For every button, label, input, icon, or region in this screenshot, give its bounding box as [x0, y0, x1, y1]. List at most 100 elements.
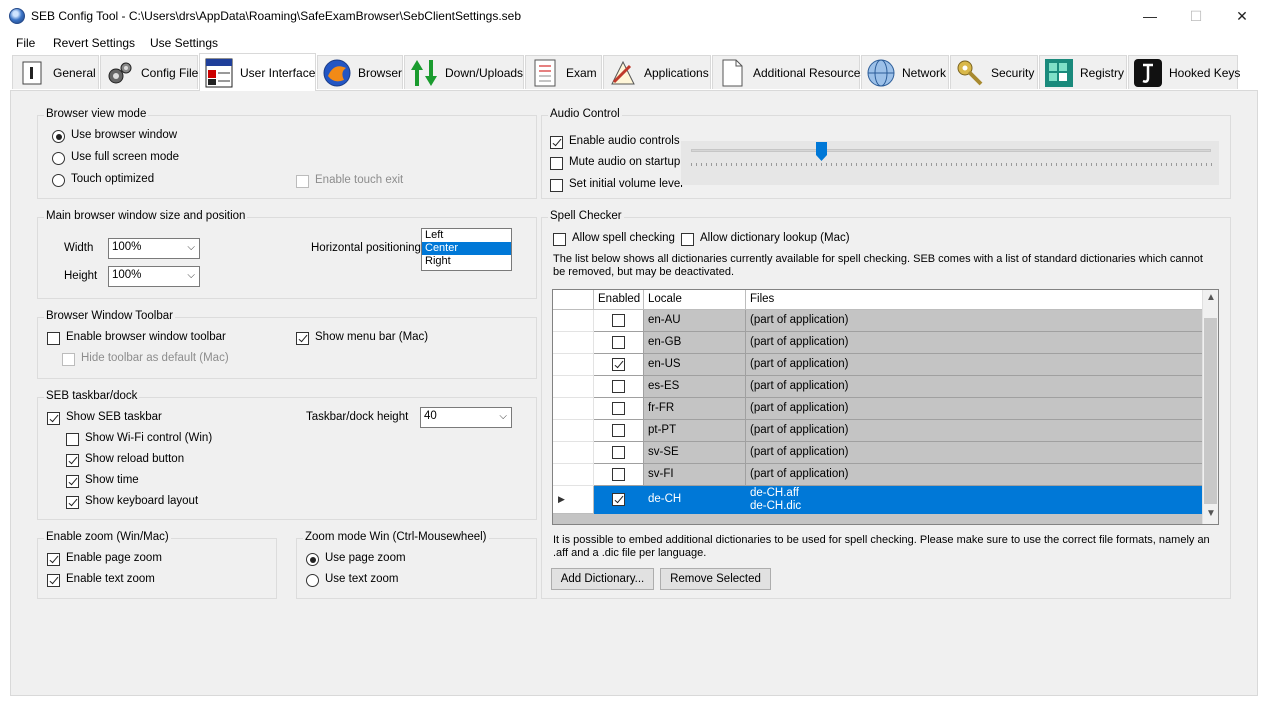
use-page-zoom-radio[interactable]: [306, 553, 319, 566]
tab-applications[interactable]: Applications: [603, 55, 711, 89]
row-header[interactable]: [553, 420, 594, 442]
show-time-checkbox[interactable]: [66, 475, 79, 488]
files-cell[interactable]: (part of application): [746, 376, 1203, 398]
tab-additional-resources[interactable]: Additional Resources: [712, 55, 866, 89]
show-menu-bar-checkbox[interactable]: [296, 332, 309, 345]
files-cell[interactable]: (part of application): [746, 398, 1203, 420]
table-row[interactable]: pt-PT (part of application): [553, 420, 1203, 442]
scroll-thumb[interactable]: [1204, 318, 1217, 504]
files-cell[interactable]: (part of application): [746, 354, 1203, 376]
enable-touch-exit-checkbox[interactable]: [296, 175, 309, 188]
show-wifi-checkbox[interactable]: [66, 433, 79, 446]
tab-security[interactable]: Security: [950, 55, 1038, 89]
maximize-button[interactable]: ☐: [1173, 0, 1219, 32]
tab-user-interface[interactable]: User Interface: [199, 53, 316, 91]
tab-network[interactable]: Network: [861, 55, 949, 89]
enabled-cell[interactable]: [594, 332, 644, 354]
tab-down-uploads[interactable]: Down/Uploads: [404, 55, 524, 89]
table-row[interactable]: fr-FR (part of application): [553, 398, 1203, 420]
hide-toolbar-checkbox[interactable]: [62, 353, 75, 366]
allow-spell-checkbox[interactable]: [553, 233, 566, 246]
table-row[interactable]: es-ES (part of application): [553, 376, 1203, 398]
table-row[interactable]: sv-FI (part of application): [553, 464, 1203, 486]
enable-page-zoom-checkbox[interactable]: [47, 553, 60, 566]
locale-cell[interactable]: es-ES: [644, 376, 746, 398]
slider-thumb[interactable]: [816, 142, 827, 161]
enabled-checkbox[interactable]: [612, 468, 625, 481]
use-browser-window-radio[interactable]: [52, 130, 65, 143]
remove-selected-button[interactable]: Remove Selected: [660, 568, 771, 590]
grid-scrollbar[interactable]: ▲ ▼: [1202, 290, 1218, 524]
scroll-down-icon[interactable]: ▼: [1206, 508, 1216, 519]
width-combo[interactable]: 100% ⌵: [108, 238, 200, 259]
allow-dict-checkbox[interactable]: [681, 233, 694, 246]
locale-cell[interactable]: sv-FI: [644, 464, 746, 486]
locale-cell[interactable]: en-US: [644, 354, 746, 376]
menu-file[interactable]: File: [16, 36, 35, 50]
files-cell[interactable]: (part of application): [746, 464, 1203, 486]
menu-use-settings[interactable]: Use Settings: [150, 36, 218, 50]
enabled-checkbox[interactable]: [612, 446, 625, 459]
volume-slider[interactable]: [681, 141, 1219, 185]
enabled-cell[interactable]: [594, 486, 644, 514]
enabled-checkbox[interactable]: [612, 358, 625, 371]
row-header[interactable]: [553, 398, 594, 420]
use-full-screen-radio[interactable]: [52, 152, 65, 165]
locale-cell[interactable]: fr-FR: [644, 398, 746, 420]
locale-cell[interactable]: pt-PT: [644, 420, 746, 442]
use-text-zoom-radio[interactable]: [306, 574, 319, 587]
taskbar-height-combo[interactable]: 40 ⌵: [420, 407, 512, 428]
row-header[interactable]: [553, 376, 594, 398]
show-taskbar-checkbox[interactable]: [47, 412, 60, 425]
locale-cell[interactable]: en-GB: [644, 332, 746, 354]
locale-cell[interactable]: sv-SE: [644, 442, 746, 464]
position-left[interactable]: Left: [422, 229, 511, 242]
files-cell[interactable]: (part of application): [746, 442, 1203, 464]
enabled-cell[interactable]: [594, 464, 644, 486]
enabled-cell[interactable]: [594, 376, 644, 398]
scroll-up-icon[interactable]: ▲: [1206, 292, 1216, 303]
locale-cell[interactable]: de-CH: [644, 486, 746, 514]
menu-revert-settings[interactable]: Revert Settings: [53, 36, 135, 50]
enabled-cell[interactable]: [594, 354, 644, 376]
tab-registry[interactable]: Registry: [1039, 55, 1127, 89]
enabled-cell[interactable]: [594, 420, 644, 442]
column-header-files[interactable]: Files: [746, 290, 1203, 310]
add-dictionary-button[interactable]: Add Dictionary...: [551, 568, 654, 590]
tab-exam[interactable]: Exam: [525, 55, 602, 89]
enable-audio-checkbox[interactable]: [550, 136, 563, 149]
enabled-checkbox[interactable]: [612, 402, 625, 415]
table-row[interactable]: en-AU (part of application): [553, 310, 1203, 332]
horizontal-positioning-list[interactable]: Left Center Right: [421, 228, 512, 271]
row-header[interactable]: [553, 310, 594, 332]
enabled-cell[interactable]: [594, 442, 644, 464]
table-row[interactable]: en-GB (part of application): [553, 332, 1203, 354]
tab-config-file[interactable]: Config File: [100, 55, 198, 89]
enabled-checkbox[interactable]: [612, 493, 625, 506]
close-button[interactable]: ✕: [1219, 0, 1265, 32]
table-row[interactable]: en-US (part of application): [553, 354, 1203, 376]
tab-browser[interactable]: Browser: [317, 55, 403, 89]
position-center[interactable]: Center: [422, 242, 511, 255]
set-volume-checkbox[interactable]: [550, 179, 563, 192]
locale-cell[interactable]: en-AU: [644, 310, 746, 332]
column-header-locale[interactable]: Locale: [644, 290, 746, 310]
touch-optimized-radio[interactable]: [52, 174, 65, 187]
tab-hooked-keys[interactable]: Hooked Keys: [1128, 55, 1240, 89]
row-header[interactable]: [553, 442, 594, 464]
tab-general[interactable]: General: [12, 55, 99, 89]
table-row[interactable]: sv-SE (part of application): [553, 442, 1203, 464]
position-right[interactable]: Right: [422, 255, 511, 268]
enable-toolbar-checkbox[interactable]: [47, 332, 60, 345]
files-cell[interactable]: (part of application): [746, 420, 1203, 442]
enabled-checkbox[interactable]: [612, 314, 625, 327]
enabled-checkbox[interactable]: [612, 380, 625, 393]
row-header-selected[interactable]: ▶: [553, 486, 594, 514]
column-header-enabled[interactable]: Enabled: [594, 290, 644, 310]
mute-audio-checkbox[interactable]: [550, 157, 563, 170]
files-cell[interactable]: de-CH.aff de-CH.dic: [746, 486, 1203, 514]
files-cell[interactable]: (part of application): [746, 332, 1203, 354]
enabled-cell[interactable]: [594, 398, 644, 420]
minimize-button[interactable]: —: [1127, 0, 1173, 32]
files-cell[interactable]: (part of application): [746, 310, 1203, 332]
